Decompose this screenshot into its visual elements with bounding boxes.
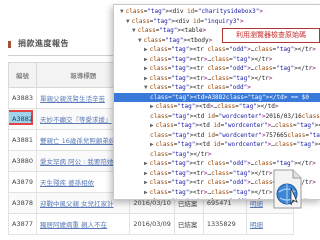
dom-node-line[interactable]: ▼ class="tag"><div id="charitysidebox3">: [120, 7, 263, 16]
dom-node-line[interactable]: ▶ class="tag"><td id="wordcenter">…class=…: [150, 140, 320, 149]
dom-node-line[interactable]: ▶ class="tag"><td>…class="tag"></td>: [150, 102, 279, 111]
expand-right-icon[interactable]: ▶: [144, 65, 148, 72]
dom-node-code: class="tag"><td>…class="tag"></td>: [155, 103, 279, 110]
row-date: 2016/03/09: [129, 213, 175, 235]
expand-down-icon[interactable]: ▼: [126, 18, 130, 25]
expand-right-icon[interactable]: ▶: [144, 170, 148, 177]
heading-marker: [8, 41, 11, 48]
row-id: A3880: [8, 150, 37, 172]
row-id: A3879: [8, 171, 37, 193]
dom-node-line[interactable]: ▶class="tag"><tr class="odd">…class="tag…: [144, 64, 316, 73]
dom-node-line[interactable]: ▶class="tag"><tr class="odd">…class="tag…: [144, 45, 316, 54]
dom-node-code: class="tag"><td id="wordcenter">757665cl…: [150, 131, 320, 139]
dom-node-line[interactable]: class="tag"><td>A3882class="tag"></td> =…: [150, 93, 309, 102]
row-title[interactable]: 獨居阿嬤病重 親人不在: [35, 213, 131, 235]
html-file-icon: [273, 169, 302, 209]
expand-right-icon[interactable]: ▶: [144, 75, 148, 82]
expand-right-icon[interactable]: ▶: [144, 56, 148, 63]
dom-node-code: class="tag"><tr>…class="tag"></tr>: [149, 188, 273, 196]
page-heading: 捐款進度報告: [18, 39, 69, 48]
expand-right-icon[interactable]: ▶: [144, 189, 148, 196]
dom-node-code: class="tag"><tr class="odd">…class="tag"…: [149, 160, 316, 167]
dom-node-line[interactable]: ▶ class="tag"><tr>…class="tag"></tr>: [144, 188, 273, 197]
dom-node-line[interactable]: class="tag"></tr>: [150, 150, 211, 159]
dom-node-code: class="tag"><div id="inquiry3">: [131, 17, 244, 25]
dom-node-code: class="tag"><tr>…class="tag"></tr>: [149, 74, 273, 82]
annotation-callout: 利用瀏覽器檢查原始碼: [222, 28, 320, 43]
dom-node-code: class="tag"><tr class="odd">…class="tag"…: [149, 46, 316, 53]
dom-node-line[interactable]: ▼ class="tag"><table>: [132, 26, 206, 35]
expand-right-icon[interactable]: ▶: [144, 160, 148, 167]
dom-node-code: class="tag"><tbody>: [143, 36, 213, 44]
row-state: 已結案: [173, 213, 204, 235]
dom-node-line[interactable]: class="tag"><td id="wordcenter">2016/03/…: [150, 112, 320, 121]
dom-node-line[interactable]: ▼ class="tag"><tbody>: [138, 36, 212, 45]
dom-node-code: class="tag"><tr>…class="tag"></tr>: [149, 55, 273, 63]
expand-right-icon[interactable]: ▶: [144, 179, 148, 186]
dom-node-code: class="tag"><td id="wordcenter">2016/03/…: [150, 112, 320, 120]
table-row: A3877 獨居阿嬤病重 親人不在 2016/03/09 已結案 1335829…: [8, 213, 294, 235]
column-header-id: 編號: [8, 62, 37, 88]
expand-right-icon[interactable]: ▶: [144, 46, 148, 53]
expand-down-icon[interactable]: ▼: [132, 27, 136, 34]
dom-node-line[interactable]: ▶class="tag"><tr class="odd">…class="tag…: [144, 159, 316, 168]
dom-node-line[interactable]: ▶ class="tag"><tr>…class="tag"></tr>: [144, 74, 273, 83]
row-id-text: A3882: [12, 115, 33, 123]
expand-right-icon[interactable]: ▶: [150, 103, 154, 110]
dom-node-code: class="tag"><tr class="odd">…class="tag"…: [149, 65, 316, 72]
dom-node-line[interactable]: ▼ class="tag"><div id="inquiry3">: [126, 17, 244, 26]
dom-node-code: class="tag"><td id="wordcenter">…class="…: [155, 122, 320, 129]
dom-node-code: class="tag"><td id="wordcenter">…class="…: [155, 141, 320, 148]
dom-node-line[interactable]: class="tag"><td id="wordcenter">757665cl…: [150, 131, 320, 140]
row-detail[interactable]: 明細: [245, 213, 294, 235]
row-amount: 1335829: [202, 213, 247, 235]
row-id: A3877: [8, 213, 37, 235]
expand-right-icon[interactable]: ▶: [150, 122, 154, 129]
dom-node-code: class="tag"><table>: [137, 27, 207, 34]
row-id-selected[interactable]: A3882: [8, 108, 37, 130]
expand-down-icon[interactable]: ▼: [120, 8, 124, 15]
dom-node-line[interactable]: ▶ class="tag"><tr>…class="tag"></tr>: [144, 169, 273, 178]
dom-node-line[interactable]: ▶ class="tag"><td id="wordcenter">…class=…: [150, 121, 320, 130]
row-id: A3881: [8, 129, 37, 151]
dom-node-code: class="tag"><div id="charitysidebox3">: [125, 8, 263, 15]
dom-node-code: class="tag"><tr class="odd">: [149, 84, 251, 91]
dom-node-code: class="tag"><tr>…class="tag"></tr>: [149, 169, 273, 177]
expand-right-icon[interactable]: ▶: [150, 141, 154, 148]
expand-right-icon[interactable]: ▶: [144, 198, 148, 199]
row-id: A3883: [8, 87, 37, 109]
row-id: A3878: [8, 192, 37, 214]
dom-node-code: class="tag"></tr>: [150, 150, 212, 158]
dom-node-code: class="tag"><td>A3882class="tag"></td> =…: [150, 93, 310, 101]
expand-down-icon[interactable]: ▼: [138, 37, 142, 44]
dom-node-line[interactable]: ▶ class="tag"><tr>…class="tag"></tr>: [144, 55, 273, 64]
dom-node-line[interactable]: ▼ class="tag"><tr class="odd">: [144, 83, 251, 92]
expand-down-icon[interactable]: ▼: [144, 84, 148, 91]
